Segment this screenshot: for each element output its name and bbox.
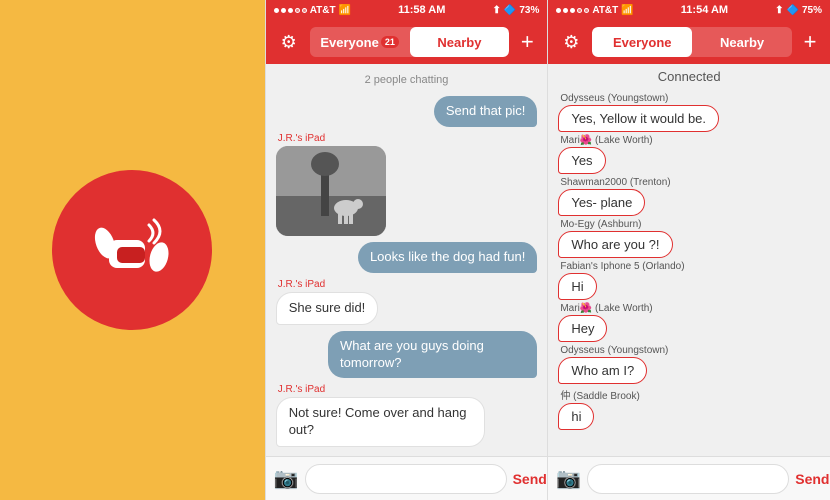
connected-header: Connected [548,64,830,89]
msg-image-2 [276,146,386,236]
list-bubble-2: Yes [558,147,605,174]
dot2-3 [570,8,575,13]
list-bubble-6: Hey [558,315,607,342]
msg-bubble-recv-1: She sure did! [276,292,379,325]
list-bubble-8: hi [558,403,594,430]
plus-icon-1[interactable]: + [515,31,539,53]
time-2: 11:54 AM [681,4,728,16]
tab-everyone-1[interactable]: Everyone 21 [310,27,410,57]
list-sender-8: 仲 (Saddle Brook) [560,387,820,402]
msg-sender-6: J.R.'s iPad [278,384,538,395]
list-item-2: Mari🌺 (Lake Worth) Yes [558,135,820,174]
nav-tabs-2: Everyone Nearby [592,27,792,57]
dot4 [295,8,300,13]
list-bubble-4: Who are you ?! [558,231,672,258]
status-right-1: ⬆ 🔷 73% [492,5,539,16]
chat-area-1: 2 people chatting Send that pic! J.R.'s … [266,64,548,456]
list-item-7: Odysseus (Youngstown) Who am I? [558,345,820,384]
msg-sender-2: J.R.'s iPad [278,133,538,144]
tab-nearby-1[interactable]: Nearby [410,27,510,57]
dot5 [302,8,307,13]
signal-dots-1 [274,8,307,13]
nav-bar-1: ⚙ Everyone 21 Nearby + [266,20,548,64]
dot3 [288,8,293,13]
msg-row-3: Looks like the dog had fun! [276,242,538,273]
status-bar-1: AT&T 📶 11:58 AM ⬆ 🔷 73% [266,0,548,20]
list-sender-5: Fabian's Iphone 5 (Orlando) [560,261,820,272]
plus-icon-2[interactable]: + [798,31,822,53]
send-button-2[interactable]: Send [795,471,829,487]
msg-sender-4: J.R.'s iPad [278,279,538,290]
status-left-2: AT&T 📶 [556,5,633,16]
nav-tabs-1: Everyone 21 Nearby [310,27,510,57]
gear-icon-1[interactable]: ⚙ [274,32,304,53]
list-item-1: Odysseus (Youngstown) Yes, Yellow it wou… [558,93,820,132]
status-right-2: ⬆ 🔷 75% [775,5,822,16]
gear-icon-2[interactable]: ⚙ [556,32,586,53]
list-bubble-5: Hi [558,273,596,300]
message-input-2[interactable] [587,464,789,494]
chat-list: Odysseus (Youngstown) Yes, Yellow it wou… [548,89,830,456]
dot2 [281,8,286,13]
carrier-1: AT&T [310,5,336,16]
signal-dots-2 [556,8,589,13]
carrier-2: AT&T [592,5,618,16]
dot2-5 [584,8,589,13]
battery-2: 75% [802,5,822,16]
list-item-4: Mo-Egy (Ashburn) Who are you ?! [558,219,820,258]
shaka-icon [87,205,177,295]
list-sender-3: Shawman2000 (Trenton) [560,177,820,188]
list-item-3: Shawman2000 (Trenton) Yes- plane [558,177,820,216]
msg-row-1: Send that pic! [276,96,538,127]
app-icon [52,170,212,330]
list-item-6: Mari🌺 (Lake Worth) Hey [558,303,820,342]
list-item-8: 仲 (Saddle Brook) hi [558,387,820,430]
nav-bar-2: ⚙ Everyone Nearby + [548,20,830,64]
dot2-4 [577,8,582,13]
wifi-icon-1: 📶 [339,5,351,16]
msg-row-4: J.R.'s iPad She sure did! [276,279,538,325]
msg-bubble-sent-3: What are you guys doing tomorrow? [328,331,537,379]
msg-bubble-sent-2: Looks like the dog had fun! [358,242,537,273]
send-button-1[interactable]: Send [513,471,547,487]
dot2-2 [563,8,568,13]
bluetooth-icon-1: 🔷 [504,5,516,16]
location-icon-1: ⬆ [492,5,500,16]
bluetooth-icon-2: 🔷 [787,5,799,16]
list-sender-7: Odysseus (Youngstown) [560,345,820,356]
badge-1: 21 [381,36,399,48]
wifi-icon-2: 📶 [621,5,633,16]
camera-icon-2[interactable]: 📷 [556,466,581,491]
status-bar-2: AT&T 📶 11:54 AM ⬆ 🔷 75% [548,0,830,20]
input-bar-2: 📷 Send [548,456,830,500]
tab-nearby-2[interactable]: Nearby [692,27,792,57]
msg-row-2: J.R.'s iPad [276,133,538,236]
msg-row-5: What are you guys doing tomorrow? [276,331,538,379]
list-item-5: Fabian's Iphone 5 (Orlando) Hi [558,261,820,300]
list-sender-6: Mari🌺 (Lake Worth) [560,303,820,314]
screen-chat: AT&T 📶 11:58 AM ⬆ 🔷 73% ⚙ Everyone 21 Ne… [265,0,548,500]
status-left-1: AT&T 📶 [274,5,351,16]
list-sender-2: Mari🌺 (Lake Worth) [560,135,820,146]
chat-info-1: 2 people chatting [276,70,538,92]
list-sender-4: Mo-Egy (Ashburn) [560,219,820,230]
input-bar-1: 📷 Send [266,456,548,500]
dot1 [274,8,279,13]
list-bubble-7: Who am I? [558,357,647,384]
left-panel [0,0,265,500]
screen-connected: AT&T 📶 11:54 AM ⬆ 🔷 75% ⚙ Everyone Nearb… [547,0,830,500]
tab-everyone-2[interactable]: Everyone [592,27,692,57]
list-sender-1: Odysseus (Youngstown) [560,93,820,104]
message-input-1[interactable] [305,464,507,494]
msg-row-6: J.R.'s iPad Not sure! Come over and hang… [276,384,538,447]
location-icon-2: ⬆ [775,5,783,16]
msg-bubble-sent-1: Send that pic! [434,96,538,127]
dot2-1 [556,8,561,13]
camera-icon-1[interactable]: 📷 [274,466,299,491]
battery-1: 73% [519,5,539,16]
list-bubble-1: Yes, Yellow it would be. [558,105,719,132]
list-bubble-3: Yes- plane [558,189,645,216]
time-1: 11:58 AM [398,4,445,16]
msg-bubble-recv-2: Not sure! Come over and hang out? [276,397,485,447]
